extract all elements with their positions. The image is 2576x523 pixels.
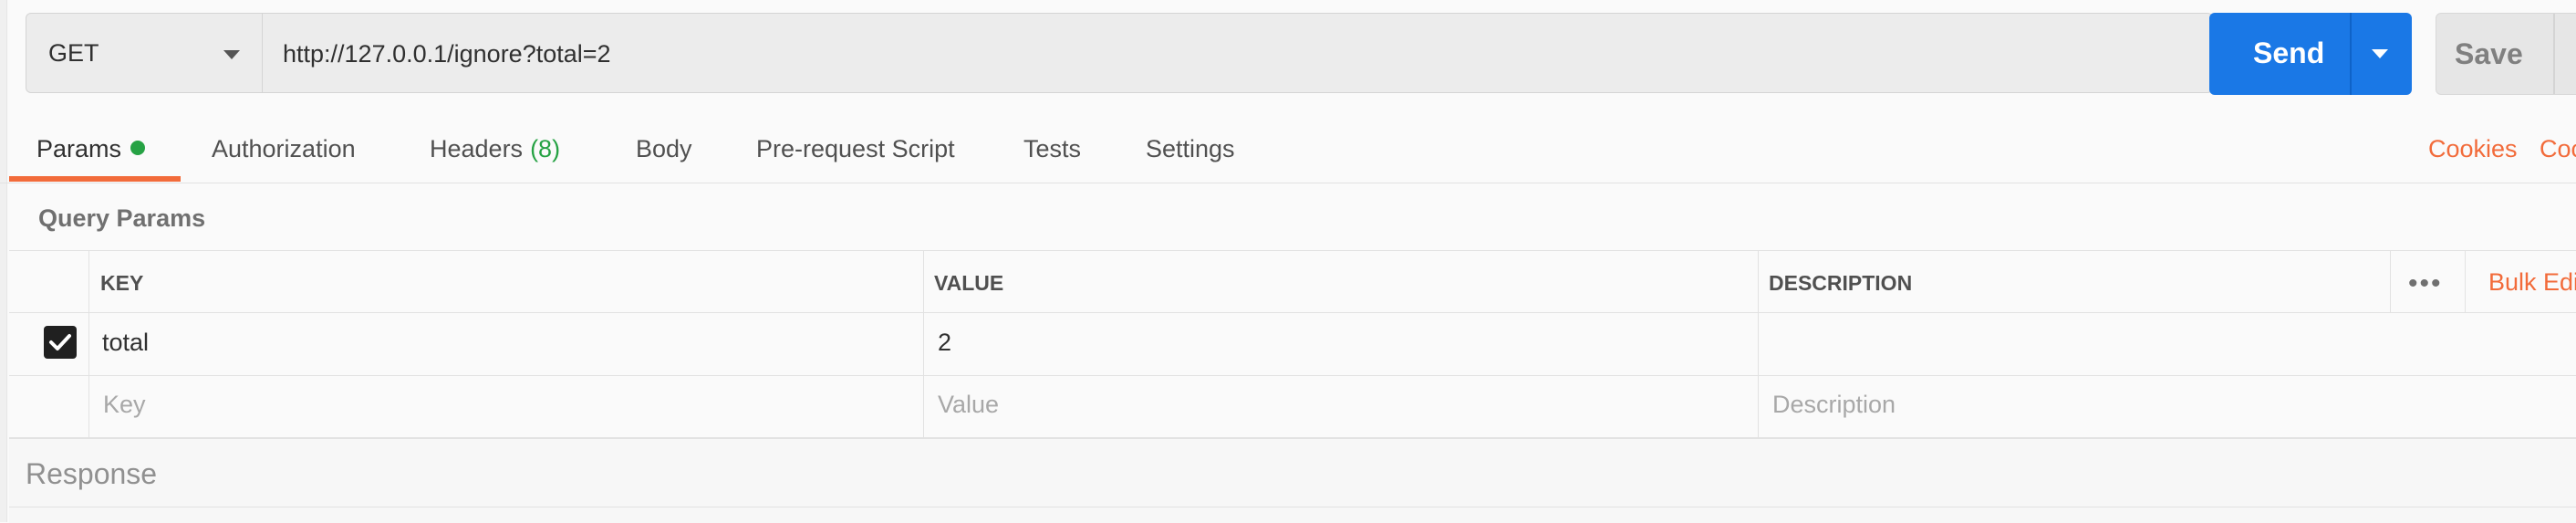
params-active-dot-icon <box>130 141 146 155</box>
left-edge-border <box>0 0 7 522</box>
response-panel: Response <box>9 438 2576 523</box>
method-label: GET <box>48 39 99 67</box>
table-border <box>9 250 2576 251</box>
tab-settings[interactable]: Settings <box>1146 135 1235 163</box>
send-options-chevron-icon[interactable] <box>2372 49 2388 58</box>
new-param-description-input[interactable]: Description <box>1772 391 1896 419</box>
bulk-edit-link[interactable]: Bulk Edi <box>2488 268 2576 297</box>
cookies-link[interactable]: Cookies <box>2428 135 2518 163</box>
method-select[interactable]: GET <box>26 13 263 93</box>
response-title: Response <box>26 457 158 490</box>
column-divider <box>2390 250 2391 312</box>
active-tab-underline <box>9 176 181 182</box>
save-button-divider <box>2553 14 2555 94</box>
tab-body[interactable]: Body <box>636 135 692 163</box>
code-link[interactable]: Coc <box>2540 135 2576 163</box>
headers-count-badge: (8) <box>530 135 561 162</box>
tab-params[interactable]: Params <box>36 135 146 163</box>
column-header-value: VALUE <box>934 271 1004 295</box>
chevron-down-icon <box>223 50 240 59</box>
table-border <box>9 312 2576 313</box>
checkmark-icon <box>49 334 71 350</box>
send-button-divider <box>2350 13 2352 95</box>
column-divider <box>88 250 89 438</box>
request-url-bar: GET http://127.0.0.1/ignore?total=2 Send… <box>26 13 2576 95</box>
save-button-label: Save <box>2455 37 2523 70</box>
query-params-table: KEY VALUE DESCRIPTION ••• Bulk Edi total… <box>9 250 2576 438</box>
tab-headers-label: Headers <box>430 135 524 162</box>
tab-tests[interactable]: Tests <box>1023 135 1081 163</box>
param-value-cell[interactable]: 2 <box>938 329 951 357</box>
send-button-label: Send <box>2253 37 2325 69</box>
column-divider <box>2465 250 2466 312</box>
column-divider <box>923 250 924 438</box>
column-divider <box>1758 250 1759 438</box>
request-tabs: Params Authorization Headers (8) Body Pre… <box>0 115 2576 183</box>
tab-authorization[interactable]: Authorization <box>212 135 356 163</box>
column-header-description: DESCRIPTION <box>1769 271 1913 295</box>
new-param-key-input[interactable]: Key <box>103 391 146 419</box>
query-params-title: Query Params <box>38 204 206 232</box>
tab-headers[interactable]: Headers (8) <box>430 135 560 163</box>
url-input[interactable]: http://127.0.0.1/ignore?total=2 <box>263 13 2213 93</box>
send-button[interactable]: Send <box>2209 13 2412 95</box>
tab-pre-request-script[interactable]: Pre-request Script <box>756 135 955 163</box>
column-header-key: KEY <box>100 271 144 295</box>
param-key-cell[interactable]: total <box>102 329 149 357</box>
tab-params-label: Params <box>36 135 122 162</box>
save-button[interactable]: Save <box>2436 13 2576 95</box>
param-enabled-checkbox[interactable] <box>44 326 77 359</box>
more-options-icon[interactable]: ••• <box>2408 268 2443 299</box>
table-border <box>9 375 2576 376</box>
new-param-value-input[interactable]: Value <box>938 391 999 419</box>
